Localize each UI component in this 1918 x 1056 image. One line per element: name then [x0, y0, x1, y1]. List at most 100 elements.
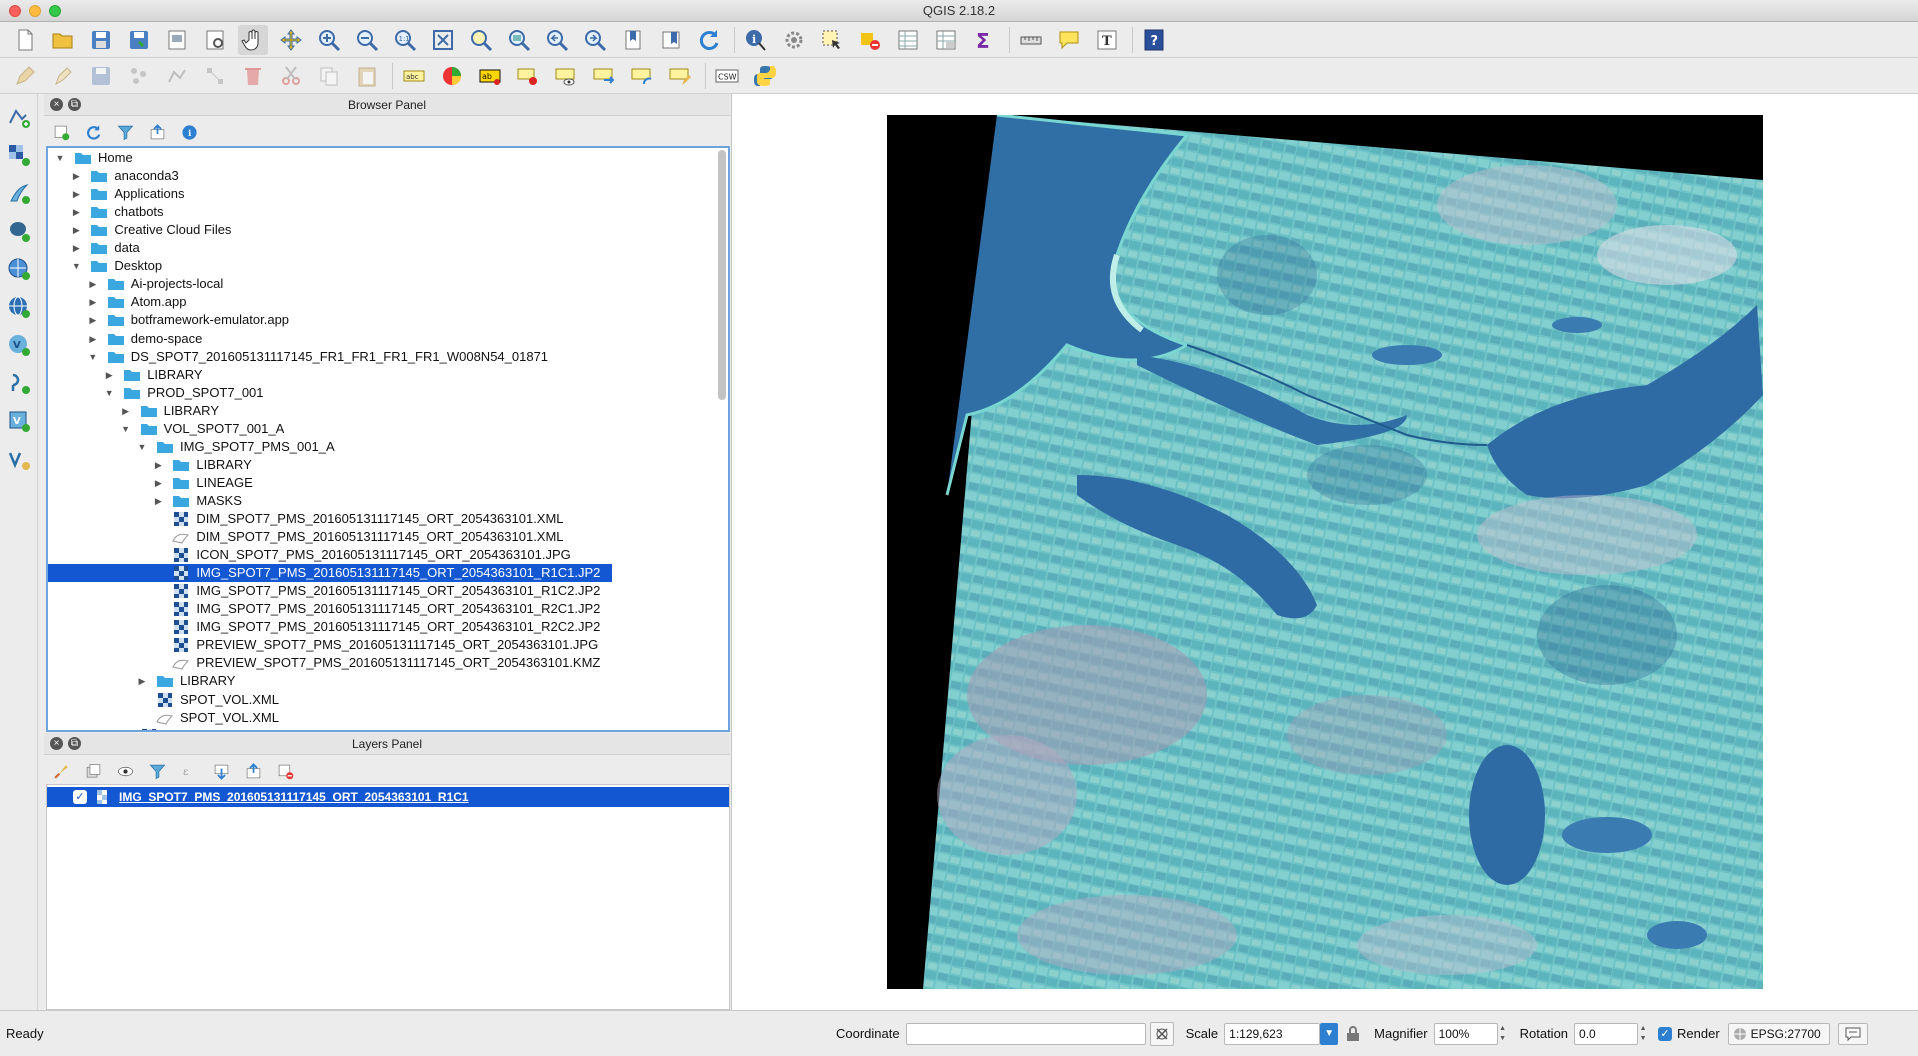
layer-item[interactable]: ✓ IMG_SPOT7_PMS_201605131117145_ORT_2054… — [47, 787, 729, 807]
highlight-pinned-labels-icon[interactable]: ab — [475, 61, 505, 91]
manage-map-themes-icon[interactable] — [114, 760, 136, 782]
identify-features-icon[interactable]: i — [741, 25, 771, 55]
scale-field[interactable]: 1:129,623 — [1224, 1022, 1321, 1045]
save-edits-icon[interactable] — [86, 61, 116, 91]
tree-item[interactable]: ▶ LIBRARY — [48, 366, 203, 384]
tree-item[interactable]: IMG_SPOT7_PMS_201605131117145_ORT_205436… — [48, 582, 600, 600]
pan-to-selection-icon[interactable] — [276, 25, 306, 55]
select-features-icon[interactable] — [817, 25, 847, 55]
collapse-arrow-icon[interactable]: ▶ — [120, 402, 132, 420]
tree-item[interactable]: ▶ demo-space — [48, 330, 202, 348]
current-edits-icon[interactable] — [48, 61, 78, 91]
filter-browser-icon[interactable] — [114, 121, 136, 143]
collapse-arrow-icon[interactable]: ▶ — [70, 239, 82, 257]
show-bookmarks-icon[interactable] — [656, 25, 686, 55]
tree-item[interactable]: IMG_SPOT7_PMS_201605131117145_ORT_205436… — [48, 600, 600, 618]
map-canvas[interactable] — [731, 94, 1918, 1010]
collapse-arrow-icon[interactable]: ▶ — [152, 456, 164, 474]
window-minimize-button[interactable] — [29, 5, 41, 17]
add-group-icon[interactable] — [82, 760, 104, 782]
rotation-stepper[interactable]: ▲ ▼ — [1638, 1024, 1648, 1044]
new-print-composer-icon[interactable] — [162, 25, 192, 55]
collapse-arrow-icon[interactable]: ▶ — [87, 311, 99, 329]
open-layer-styling-icon[interactable] — [50, 760, 72, 782]
tree-item[interactable]: ▶ Ai-projects-local — [48, 275, 223, 293]
magnifier-field[interactable]: 100% — [1433, 1022, 1498, 1045]
cut-features-icon[interactable] — [276, 61, 306, 91]
attribute-table-icon[interactable] — [893, 25, 923, 55]
csw-metasearch-icon[interactable]: CSW — [712, 61, 742, 91]
collapse-arrow-icon[interactable]: ▶ — [103, 366, 115, 384]
toggle-extents-icon[interactable] — [1149, 1021, 1174, 1046]
scale-dropdown-icon[interactable]: ▼ — [1320, 1022, 1339, 1045]
layer-diagram-icon[interactable] — [437, 61, 467, 91]
refresh-icon[interactable] — [82, 121, 104, 143]
rotate-label-icon[interactable] — [627, 61, 657, 91]
pin-labels-icon[interactable] — [513, 61, 543, 91]
tree-item[interactable]: PREVIEW_SPOT7_PMS_201605131117145_ORT_20… — [48, 636, 598, 654]
help-icon[interactable]: ? — [1139, 25, 1169, 55]
layers-list[interactable]: ✓ IMG_SPOT7_PMS_201605131117145_ORT_2054… — [46, 784, 730, 1010]
open-project-icon[interactable] — [48, 25, 78, 55]
refresh-icon[interactable] — [694, 25, 724, 55]
enable-properties-icon[interactable]: i — [178, 121, 200, 143]
collapse-all-icon[interactable] — [146, 121, 168, 143]
change-label-icon[interactable] — [665, 61, 695, 91]
action-icon[interactable] — [779, 25, 809, 55]
save-as-icon[interactable] — [124, 25, 154, 55]
window-maximize-button[interactable] — [49, 5, 61, 17]
new-bookmark-icon[interactable] — [618, 25, 648, 55]
tree-item[interactable]: ▼ IMG_SPOT7_PMS_001_A — [48, 438, 335, 456]
expand-all-icon[interactable] — [210, 760, 232, 782]
add-virtual-layer-icon[interactable] — [4, 368, 34, 398]
collapse-all-icon[interactable] — [242, 760, 264, 782]
toggle-editing-icon[interactable] — [10, 61, 40, 91]
tree-item[interactable]: ▶ LINEAGE — [48, 474, 253, 492]
close-panel-icon[interactable]: × — [50, 98, 63, 111]
collapse-arrow-icon[interactable]: ▶ — [87, 293, 99, 311]
filter-legend-expression-icon[interactable]: ε — [178, 760, 200, 782]
expand-arrow-icon[interactable]: ▼ — [136, 438, 148, 456]
collapse-arrow-icon[interactable]: ▶ — [87, 275, 99, 293]
tree-item[interactable]: ▶ Creative Cloud Files — [48, 221, 232, 239]
add-wcs-layer-icon[interactable]: V — [4, 330, 34, 360]
layer-labeling-icon[interactable]: abc — [399, 61, 429, 91]
render-checkbox[interactable]: ✓ — [1658, 1026, 1673, 1041]
collapse-arrow-icon[interactable]: ▶ — [70, 167, 82, 185]
text-annotation-icon[interactable]: T — [1092, 25, 1122, 55]
add-delimited-text-icon[interactable] — [4, 178, 34, 208]
tree-item[interactable]: ▼ PROD_SPOT7_001 — [48, 384, 264, 402]
tree-item[interactable]: ▶ anaconda3 — [48, 167, 179, 185]
pan-map-icon[interactable] — [238, 24, 268, 55]
collapse-arrow-icon[interactable]: ▶ — [87, 330, 99, 348]
expand-arrow-icon[interactable]: ▼ — [120, 420, 132, 438]
filter-legend-icon[interactable] — [146, 760, 168, 782]
rotation-field[interactable]: 0.0 — [1574, 1022, 1639, 1045]
lock-scale-icon[interactable] — [1342, 1023, 1364, 1045]
tree-item[interactable]: ▼ VOL_SPOT7_001_A — [48, 420, 284, 438]
tree-item[interactable]: PREVIEW_SPOT7_PMS_201605131117145_ORT_20… — [48, 654, 600, 672]
show-hide-labels-icon[interactable] — [551, 61, 581, 91]
tree-item[interactable]: IMG_SPOT7_PMS_201605131117145_ORT_205436… — [48, 618, 600, 636]
statistics-icon[interactable]: Σ — [969, 25, 999, 55]
tree-item[interactable]: ▼ Desktop — [48, 257, 162, 275]
magnifier-stepper[interactable]: ▲ ▼ — [1498, 1024, 1508, 1044]
browser-tree[interactable]: ▼ Home ▶ anaconda3 ▶ Applications ▶ chatbots ▶ Cr… — [46, 146, 730, 732]
move-label-icon[interactable] — [589, 61, 619, 91]
collapse-arrow-icon[interactable]: ▶ — [136, 672, 148, 690]
remove-layer-icon[interactable] — [274, 760, 296, 782]
add-spatialite-layer-icon[interactable] — [4, 254, 34, 284]
tree-item[interactable]: SPOT_PROD.XML — [48, 727, 274, 730]
zoom-last-icon[interactable] — [542, 25, 572, 55]
measure-line-icon[interactable] — [1016, 25, 1046, 55]
expand-arrow-icon[interactable]: ▼ — [103, 384, 115, 402]
collapse-arrow-icon[interactable]: ▶ — [70, 203, 82, 221]
delete-selected-icon[interactable] — [238, 61, 268, 91]
tree-item[interactable]: ▶ MASKS — [48, 492, 242, 510]
collapse-arrow-icon[interactable]: ▶ — [152, 474, 164, 492]
tree-item[interactable]: ▶ LIBRARY — [48, 672, 236, 690]
tree-item[interactable]: ▶ data — [48, 239, 140, 257]
tree-item[interactable]: SPOT_VOL.XML — [48, 709, 279, 727]
expand-arrow-icon[interactable]: ▼ — [54, 149, 66, 167]
tree-item[interactable]: IMG_SPOT7_PMS_201605131117145_ORT_205436… — [48, 564, 613, 583]
